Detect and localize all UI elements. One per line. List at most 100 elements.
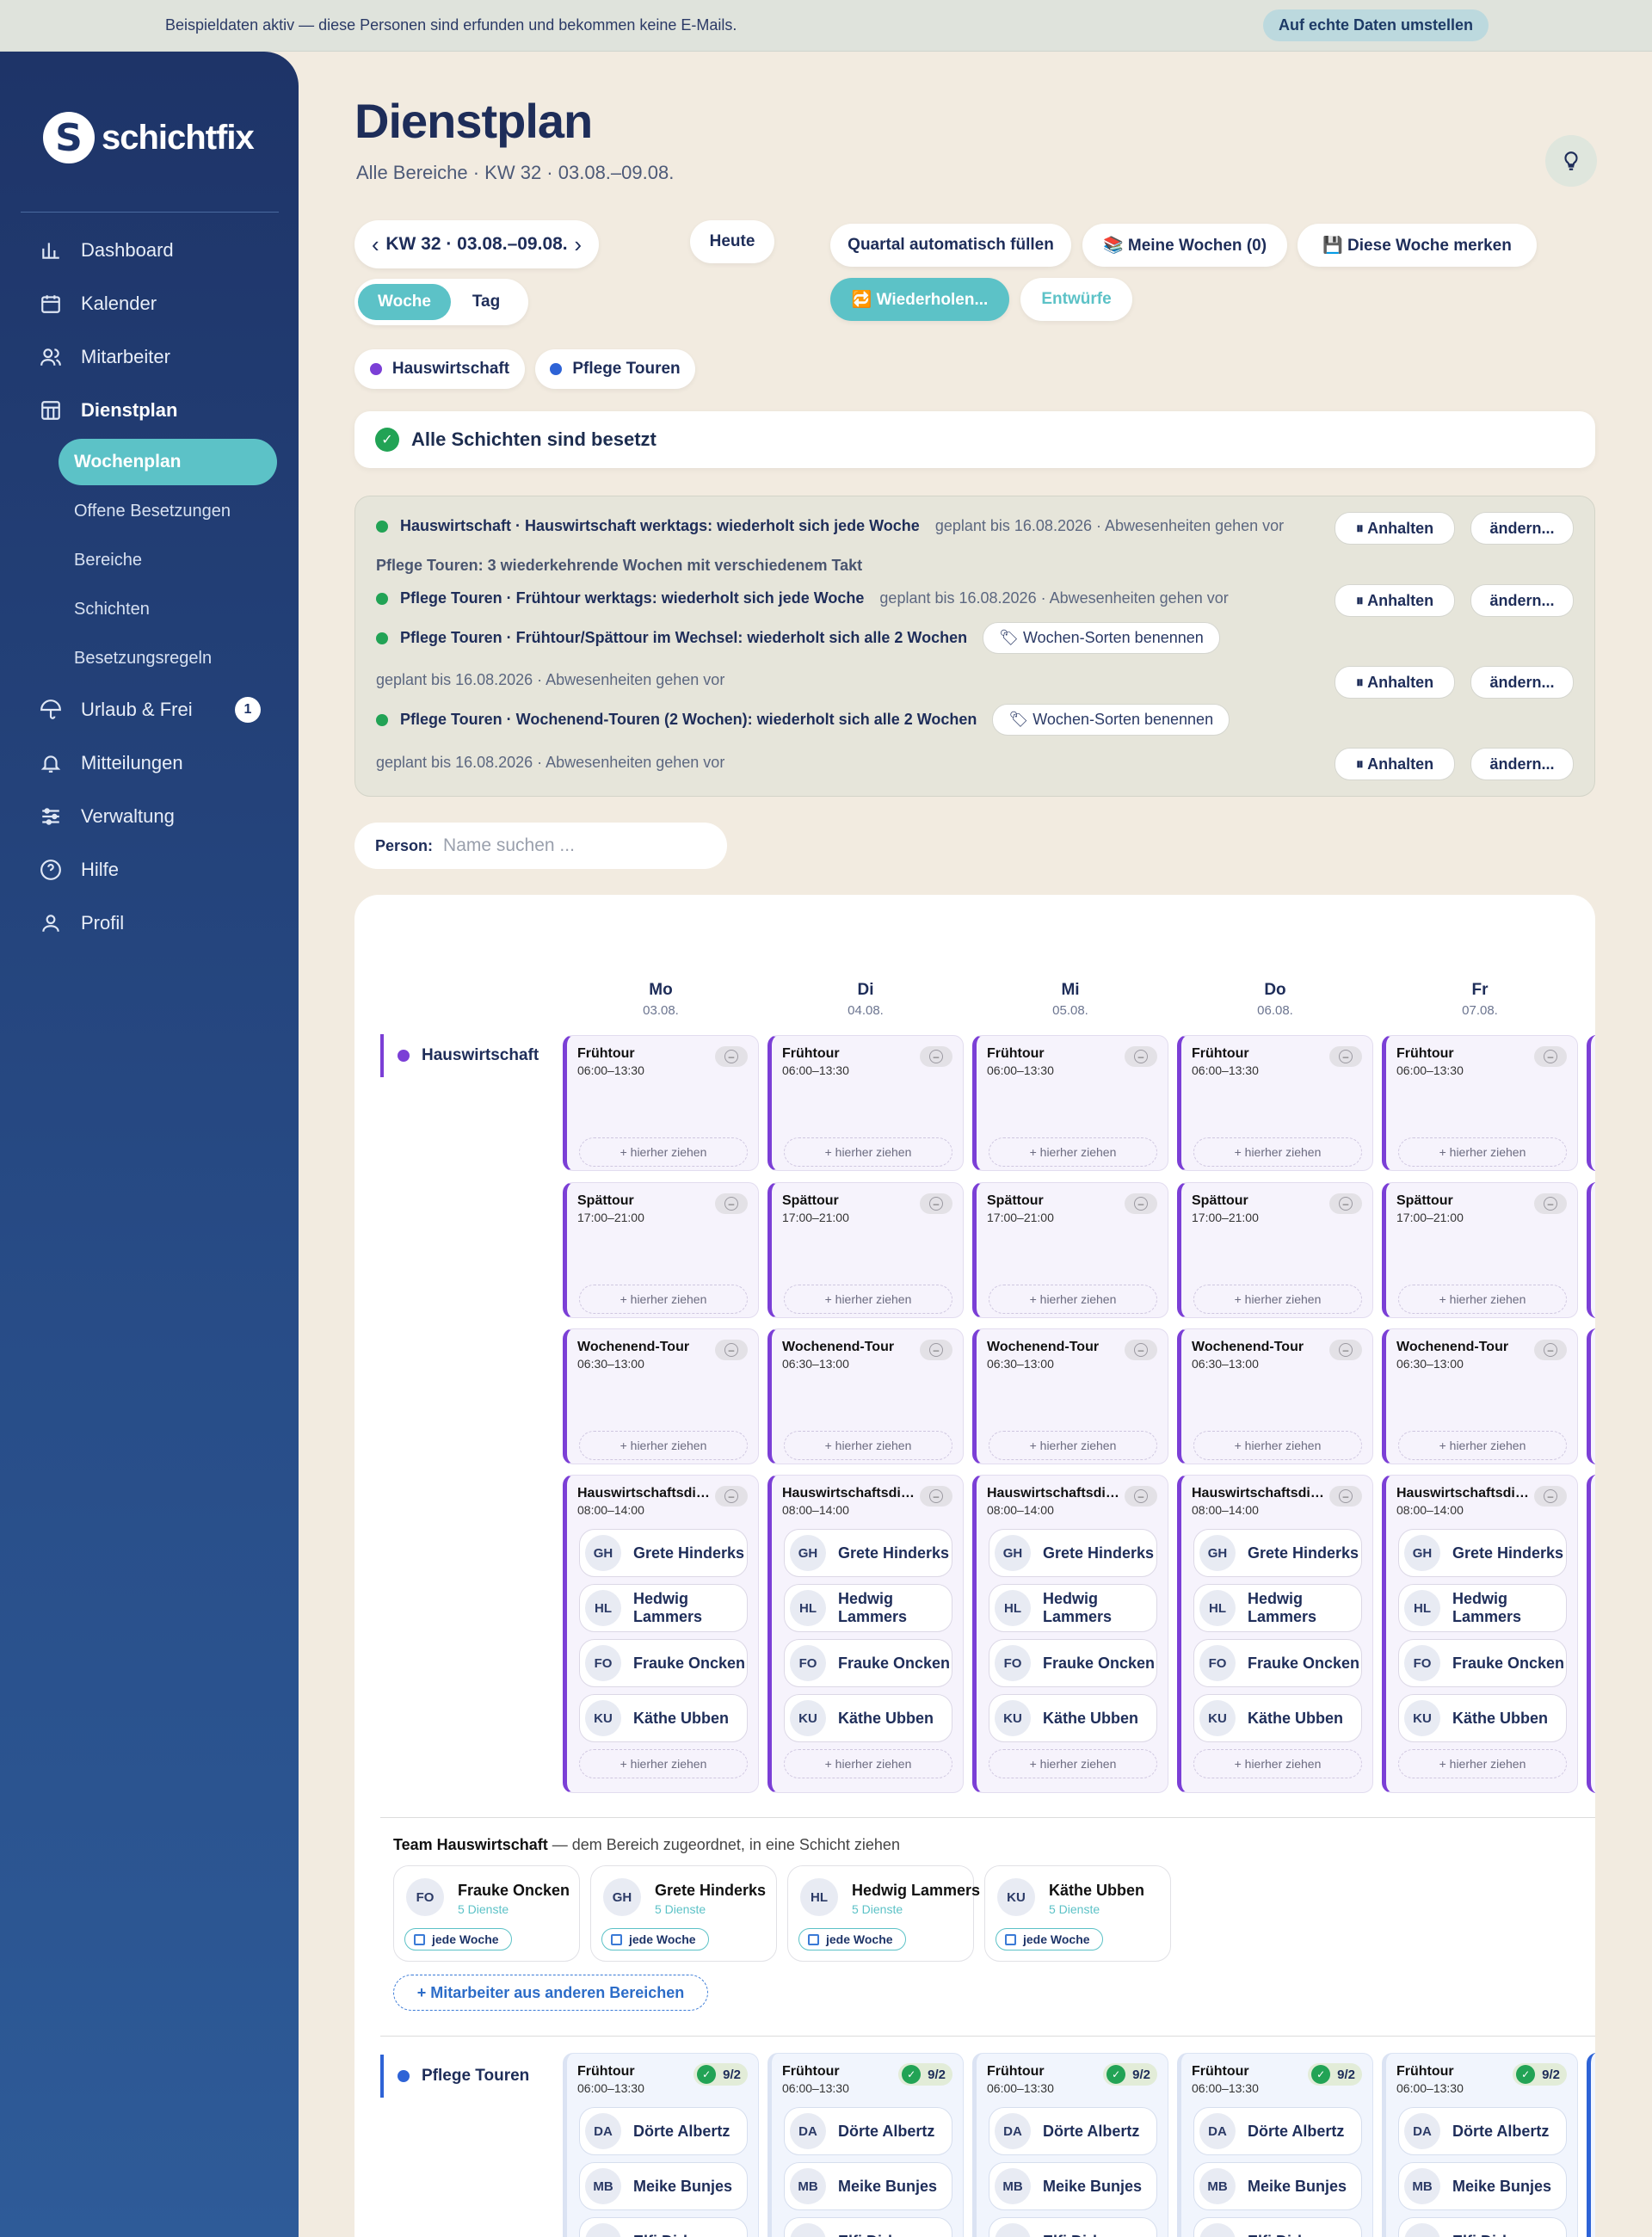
view-week-button[interactable]: Woche	[358, 284, 451, 320]
tips-button[interactable]	[1545, 135, 1597, 187]
drop-zone[interactable]: + hierher ziehen	[579, 1431, 748, 1460]
employee-chip[interactable]: HL Hedwig Lammers	[1398, 1584, 1567, 1632]
employee-chip[interactable]: DA Dörte Albertz	[784, 2107, 952, 2155]
save-week-button[interactable]: 💾 Diese Woche merken	[1298, 224, 1537, 267]
shift-card[interactable]: Hauswirtschaftsdienst 08:00–14:00 – GH Grete…	[1177, 1475, 1373, 1793]
team-member-card[interactable]: KU Käthe Ubben 5 Dienste jede Woche	[984, 1865, 1171, 1962]
remove-shift-button[interactable]: –	[1329, 1340, 1362, 1360]
chevron-left-icon[interactable]: ‹	[372, 231, 379, 258]
sidebar-item-mitarbeiter[interactable]: Mitarbeiter	[0, 330, 299, 384]
sidebar-item-dienstplan[interactable]: Dienstplan	[0, 384, 299, 437]
drop-zone[interactable]: + hierher ziehen	[1398, 1137, 1567, 1167]
drop-zone[interactable]: + hierher ziehen	[1398, 1431, 1567, 1460]
shift-card[interactable]: Frühtour 06:00–13:30 ✓ 9/2 DA Dörte Albertz MB…	[563, 2053, 759, 2237]
team-member-card[interactable]: GH Grete Hinderks 5 Dienste jede Woche	[590, 1865, 777, 1962]
drop-zone[interactable]: + hierher ziehen	[1193, 1285, 1362, 1314]
remove-shift-button[interactable]: –	[920, 1193, 952, 1214]
my-weeks-button[interactable]: 📚 Meine Wochen (0)	[1082, 224, 1287, 267]
employee-chip[interactable]: DA Dörte Albertz	[989, 2107, 1157, 2155]
shift-card[interactable]: Frühtour 06:00–13:30 ✓ 9/2 DA Dörte Albertz MB…	[767, 2053, 964, 2237]
drop-zone[interactable]: + hierher ziehen	[1193, 1749, 1362, 1778]
filter-pflege-touren[interactable]: Pflege Touren	[535, 349, 695, 389]
edit-button[interactable]: ändern...	[1470, 666, 1574, 699]
employee-chip[interactable]: FO Frauke Oncken	[579, 1639, 748, 1687]
employee-chip[interactable]: MB Meike Bunjes	[784, 2162, 952, 2210]
edit-button[interactable]: ändern...	[1470, 748, 1574, 780]
employee-chip[interactable]: KU Käthe Ubben	[1398, 1694, 1567, 1742]
employee-chip[interactable]: GH Grete Hinderks	[989, 1529, 1157, 1577]
sidebar-item-verwaltung[interactable]: Verwaltung	[0, 790, 299, 843]
remove-shift-button[interactable]: –	[1534, 1046, 1567, 1067]
employee-chip[interactable]: GH Grete Hinderks	[784, 1529, 952, 1577]
employee-chip[interactable]: HL Hedwig Lammers	[784, 1584, 952, 1632]
remove-shift-button[interactable]: –	[1534, 1193, 1567, 1214]
view-day-button[interactable]: Tag	[451, 284, 521, 320]
drop-zone[interactable]: + hierher ziehen	[1193, 1137, 1362, 1167]
team-member-card[interactable]: FO Frauke Oncken 5 Dienste jede Woche	[393, 1865, 580, 1962]
remove-shift-button[interactable]: –	[715, 1486, 748, 1507]
sidebar-item-hilfe[interactable]: Hilfe	[0, 843, 299, 897]
employee-chip[interactable]: GH Grete Hinderks	[1398, 1529, 1567, 1577]
chevron-right-icon[interactable]: ›	[574, 231, 582, 258]
drop-zone[interactable]: + hierher ziehen	[784, 1285, 952, 1314]
employee-chip[interactable]: HL Hedwig Lammers	[579, 1584, 748, 1632]
sidebar-subitem-besetzungsregeln[interactable]: Besetzungsregeln	[0, 634, 299, 683]
shift-card[interactable]: Wochenend-Tour 06:30–13:00 – + hierher zieh…	[1177, 1328, 1373, 1464]
shift-card[interactable]: Wochenend-Tour 06:30–13:00 – + hierher zieh…	[972, 1328, 1168, 1464]
employee-chip[interactable]: MB Meike Bunjes	[1193, 2162, 1362, 2210]
remove-shift-button[interactable]: –	[1329, 1046, 1362, 1067]
team-member-card[interactable]: HL Hedwig Lammers 5 Dienste jede Woche	[787, 1865, 980, 1962]
employee-chip[interactable]: FO Frauke Oncken	[784, 1639, 952, 1687]
shift-card[interactable]: Hauswirtschaftsdienst 08:00–14:00 – GH Grete…	[563, 1475, 759, 1793]
sidebar-subitem-wochenplan[interactable]: Wochenplan	[59, 439, 277, 485]
employee-chip[interactable]: ED Elfi Dirks	[1398, 2217, 1567, 2237]
employee-chip[interactable]: DA Dörte Albertz	[1193, 2107, 1362, 2155]
employee-chip[interactable]: KU Käthe Ubben	[989, 1694, 1157, 1742]
filter-hauswirtschaft[interactable]: Hauswirtschaft	[354, 349, 525, 389]
employee-chip[interactable]: DA Dörte Albertz	[1398, 2107, 1567, 2155]
shift-card[interactable]: Frühtour 06:00–13:30 – + hierher ziehen	[1382, 1035, 1578, 1171]
shift-card[interactable]: Frühtour 06:00–13:30 ✓ 9/2 DA Dörte Albertz MB…	[972, 2053, 1168, 2237]
drop-zone[interactable]: + hierher ziehen	[989, 1285, 1157, 1314]
shift-card[interactable]: Spättour 17:00–21:00 – + hierher ziehen	[1382, 1182, 1578, 1318]
remove-shift-button[interactable]: –	[1329, 1193, 1362, 1214]
remove-shift-button[interactable]: –	[715, 1046, 748, 1067]
remove-shift-button[interactable]: –	[1125, 1193, 1157, 1214]
edit-button[interactable]: ändern...	[1470, 512, 1574, 545]
employee-chip[interactable]: ED Elfi Dirks	[989, 2217, 1157, 2237]
edit-button[interactable]: ändern...	[1470, 584, 1574, 617]
employee-chip[interactable]: FO Frauke Oncken	[989, 1639, 1157, 1687]
shift-card[interactable]: Spättour 17:00–21:00 – + hierher ziehen	[1177, 1182, 1373, 1318]
remove-shift-button[interactable]: –	[1534, 1340, 1567, 1360]
name-week-types-button[interactable]: 🏷 Wochen-Sorten benennen	[983, 622, 1220, 654]
employee-chip[interactable]: GH Grete Hinderks	[579, 1529, 748, 1577]
drop-zone[interactable]: + hierher ziehen	[1398, 1749, 1567, 1778]
shift-card[interactable]: Wochenend-Tour 06:30–13:00 – + hierher zieh…	[563, 1328, 759, 1464]
employee-chip[interactable]: KU Käthe Ubben	[1193, 1694, 1362, 1742]
sidebar-subitem-bereiche[interactable]: Bereiche	[0, 536, 299, 585]
sidebar-item-kalender[interactable]: Kalender	[0, 277, 299, 330]
employee-chip[interactable]: ED Elfi Dirks	[784, 2217, 952, 2237]
sidebar-item-profil[interactable]: Profil	[0, 897, 299, 950]
shift-card[interactable]: Frühtour 06:00–13:30 ✓ 9/2 DA Dörte Albertz MB…	[1177, 2053, 1373, 2237]
sidebar-item-dashboard[interactable]: Dashboard	[0, 224, 299, 277]
remove-shift-button[interactable]: –	[920, 1046, 952, 1067]
employee-chip[interactable]: KU Käthe Ubben	[579, 1694, 748, 1742]
employee-chip[interactable]: MB Meike Bunjes	[579, 2162, 748, 2210]
drop-zone[interactable]: + hierher ziehen	[784, 1137, 952, 1167]
drop-zone[interactable]: + hierher ziehen	[784, 1749, 952, 1778]
shift-card[interactable]: Spättour 17:00–21:00 – + hierher ziehen	[563, 1182, 759, 1318]
drop-zone[interactable]: + hierher ziehen	[579, 1137, 748, 1167]
drafts-button[interactable]: Entwürfe	[1020, 278, 1132, 321]
drop-zone[interactable]: + hierher ziehen	[1398, 1285, 1567, 1314]
remove-shift-button[interactable]: –	[715, 1340, 748, 1360]
shift-card[interactable]: Frühtour 06:00–13:30 – + hierher ziehen	[972, 1035, 1168, 1171]
employee-chip[interactable]: ED Elfi Dirks	[1193, 2217, 1362, 2237]
shift-card[interactable]: Frühtour 06:00–13:30 – + hierher ziehen	[767, 1035, 964, 1171]
drop-zone[interactable]: + hierher ziehen	[1193, 1431, 1362, 1460]
shift-card[interactable]: Wochenend-Tour 06:30–13:00 – + hierher zieh…	[767, 1328, 964, 1464]
remove-shift-button[interactable]: –	[715, 1193, 748, 1214]
remove-shift-button[interactable]: –	[1125, 1486, 1157, 1507]
shift-card[interactable]: Hauswirtschaftsdienst 08:00–14:00 – GH Grete…	[1382, 1475, 1578, 1793]
employee-chip[interactable]: MB Meike Bunjes	[989, 2162, 1157, 2210]
